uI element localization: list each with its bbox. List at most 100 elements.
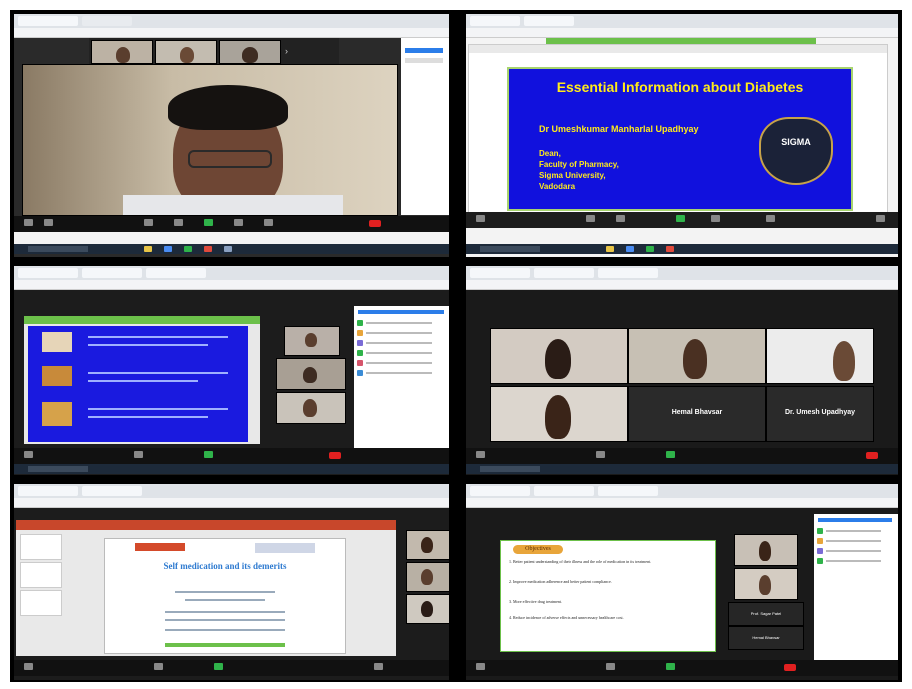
slide-footer-bar xyxy=(165,643,285,647)
chat-icon[interactable] xyxy=(616,215,625,222)
participant-tile[interactable]: Prof. Sagar Patel xyxy=(728,602,804,626)
participants-icon[interactable] xyxy=(134,451,143,458)
end-meeting-button[interactable] xyxy=(369,220,381,227)
browser-tab[interactable] xyxy=(18,486,78,496)
participant-tile[interactable]: Dr. Umesh Upadhyay xyxy=(766,386,874,442)
participant-tile[interactable]: Hemal Bhavsar xyxy=(728,626,804,650)
participant-thumbnail[interactable] xyxy=(734,568,798,600)
taskbar-search[interactable] xyxy=(28,246,88,252)
participant-tile[interactable] xyxy=(628,328,766,384)
participant-thumbnail[interactable] xyxy=(284,326,340,356)
mute-icon[interactable] xyxy=(24,219,33,226)
record-icon[interactable] xyxy=(234,219,243,226)
taskbar-app-icon[interactable] xyxy=(184,246,192,252)
share-screen-icon[interactable] xyxy=(204,219,213,226)
end-meeting-button[interactable] xyxy=(866,452,878,459)
browser-tab[interactable] xyxy=(534,268,594,278)
share-screen-icon[interactable] xyxy=(666,451,675,458)
taskbar-search[interactable] xyxy=(28,466,88,472)
browser-tab[interactable] xyxy=(534,486,594,496)
taskbar-app-icon[interactable] xyxy=(606,246,614,252)
taskbar-app-icon[interactable] xyxy=(164,246,172,252)
participants-icon[interactable] xyxy=(606,663,615,670)
participants-icon[interactable] xyxy=(154,663,163,670)
reactions-icon[interactable] xyxy=(766,215,775,222)
taskbar-app-icon[interactable] xyxy=(204,246,212,252)
participant-thumbnail[interactable] xyxy=(406,562,449,592)
address-bar[interactable] xyxy=(14,280,449,290)
share-screen-icon[interactable] xyxy=(204,451,213,458)
mute-icon[interactable] xyxy=(476,663,485,670)
speaker-video[interactable] xyxy=(22,64,398,216)
taskbar-app-icon[interactable] xyxy=(646,246,654,252)
participant-thumbnail[interactable] xyxy=(734,534,798,566)
windows-taskbar xyxy=(14,244,449,254)
address-bar[interactable] xyxy=(14,498,449,508)
more-icon[interactable] xyxy=(374,663,383,670)
share-screen-icon[interactable] xyxy=(676,215,685,222)
mute-icon[interactable] xyxy=(24,663,33,670)
browser-tab[interactable] xyxy=(18,16,78,26)
participant-thumbnail[interactable] xyxy=(276,392,346,424)
end-meeting-button[interactable] xyxy=(784,664,796,671)
participant-thumbnail[interactable] xyxy=(155,40,217,64)
address-bar[interactable] xyxy=(466,280,898,290)
chevron-right-icon[interactable]: › xyxy=(285,46,288,56)
taskbar-app-icon[interactable] xyxy=(144,246,152,252)
end-meeting-button[interactable] xyxy=(329,452,341,459)
browser-tabbar xyxy=(466,484,898,498)
browser-tab[interactable] xyxy=(470,16,520,26)
participant-tile[interactable] xyxy=(490,328,628,384)
browser-tabbar xyxy=(466,266,898,280)
participant-tile[interactable] xyxy=(490,386,628,442)
participant-thumbnail[interactable] xyxy=(276,358,346,390)
share-screen-icon[interactable] xyxy=(214,663,223,670)
browser-tab[interactable] xyxy=(82,486,142,496)
browser-tab[interactable] xyxy=(470,268,530,278)
browser-tab[interactable] xyxy=(598,486,658,496)
slide-thumbnail[interactable] xyxy=(20,590,62,616)
address-bar[interactable] xyxy=(466,498,898,508)
more-icon[interactable] xyxy=(876,215,885,222)
taskbar-app-icon[interactable] xyxy=(224,246,232,252)
taskbar-app-icon[interactable] xyxy=(666,246,674,252)
browser-tab[interactable] xyxy=(18,268,78,278)
address-bar[interactable] xyxy=(14,28,449,38)
participant-thumbnail[interactable] xyxy=(406,530,449,560)
participant-thumbnail[interactable] xyxy=(406,594,449,624)
browser-tab[interactable] xyxy=(524,16,574,26)
browser-tab[interactable] xyxy=(82,268,142,278)
address-bar[interactable] xyxy=(466,28,898,38)
browser-tab[interactable] xyxy=(598,268,658,278)
taskbar-search[interactable] xyxy=(480,246,540,252)
reactions-icon[interactable] xyxy=(264,219,273,226)
zoom-toolbar xyxy=(466,660,898,676)
participant-tile[interactable] xyxy=(766,328,874,384)
browser-tab[interactable] xyxy=(470,486,530,496)
chat-icon[interactable] xyxy=(174,219,183,226)
browser-tabbar xyxy=(466,14,898,28)
record-icon[interactable] xyxy=(711,215,720,222)
zoom-toolbar xyxy=(466,212,898,228)
participant-tile[interactable]: Hemal Bhavsar xyxy=(628,386,766,442)
screenshot-collage: › Essential Information about Diabetes D… xyxy=(10,10,902,682)
participant-thumbnail[interactable] xyxy=(91,40,153,64)
video-icon[interactable] xyxy=(44,219,53,226)
mute-icon[interactable] xyxy=(476,451,485,458)
participants-icon[interactable] xyxy=(596,451,605,458)
taskbar-app-icon[interactable] xyxy=(626,246,634,252)
taskbar-search[interactable] xyxy=(480,466,540,472)
slide-thumbnail[interactable] xyxy=(20,534,62,560)
mute-icon[interactable] xyxy=(476,215,485,222)
objective-item: 2. Improve medication adherence and bett… xyxy=(509,579,612,584)
browser-tab[interactable] xyxy=(146,268,206,278)
slide-thumbnail[interactable] xyxy=(20,562,62,588)
windows-taskbar xyxy=(466,244,898,254)
browser-tab[interactable] xyxy=(82,16,132,26)
mute-icon[interactable] xyxy=(24,451,33,458)
participant-thumbnail[interactable] xyxy=(219,40,281,64)
participants-icon[interactable] xyxy=(144,219,153,226)
share-screen-icon[interactable] xyxy=(666,663,675,670)
participant-name: Dr. Umesh Upadhyay xyxy=(784,409,856,416)
participants-icon[interactable] xyxy=(586,215,595,222)
